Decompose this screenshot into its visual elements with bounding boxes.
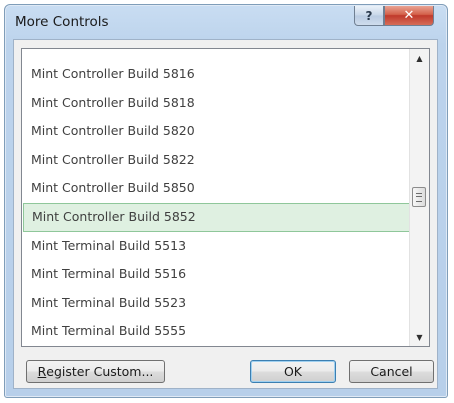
vertical-scrollbar[interactable]: ▲ ▼ [409, 49, 429, 346]
scroll-down-arrow-icon[interactable]: ▼ [410, 328, 429, 346]
title-bar[interactable]: More Controls ? ✕ [5, 5, 447, 39]
scroll-thumb[interactable] [412, 187, 426, 207]
dialog-body: Mint Controller Build 5816 Mint Controlle… [13, 39, 438, 389]
list-item[interactable]: Mint Terminal Build 5523 [23, 289, 410, 318]
list-item[interactable]: Mint Terminal Build 5555 [23, 317, 410, 346]
list-item[interactable]: Mint Controller Build 5818 [23, 89, 410, 118]
list-item[interactable]: Mint Controller Build 5852 [23, 202, 410, 232]
register-custom-button[interactable]: Register Custom... [26, 360, 165, 383]
close-button[interactable]: ✕ [384, 6, 434, 26]
cancel-button[interactable]: Cancel [349, 360, 434, 383]
register-mnemonic: R [37, 364, 47, 379]
scroll-up-arrow-icon[interactable]: ▲ [410, 49, 429, 67]
list-item[interactable]: Mint Terminal Build 5516 [23, 260, 410, 289]
help-button[interactable]: ? [354, 6, 384, 26]
help-icon: ? [365, 8, 373, 23]
grip-icon [416, 192, 422, 202]
list-item[interactable]: Mint Controller Build 5850 [23, 174, 410, 203]
list-item[interactable]: Mint Controller Build 5822 [23, 146, 410, 175]
list-item[interactable]: Mint Controller Build 5816 [23, 60, 410, 89]
list-item[interactable]: Mint Terminal Build 5513 [23, 232, 410, 261]
more-controls-dialog: More Controls ? ✕ Mint Controller Build … [4, 4, 448, 398]
list-item[interactable]: Mint Controller Build 5820 [23, 117, 410, 146]
register-label: egister Custom... [46, 364, 154, 379]
controls-listbox[interactable]: Mint Controller Build 5816 Mint Controlle… [21, 48, 430, 347]
list-items: Mint Controller Build 5816 Mint Controlle… [23, 60, 410, 346]
close-icon: ✕ [403, 8, 415, 23]
ok-button[interactable]: OK [250, 360, 336, 383]
dialog-title: More Controls [15, 14, 109, 30]
